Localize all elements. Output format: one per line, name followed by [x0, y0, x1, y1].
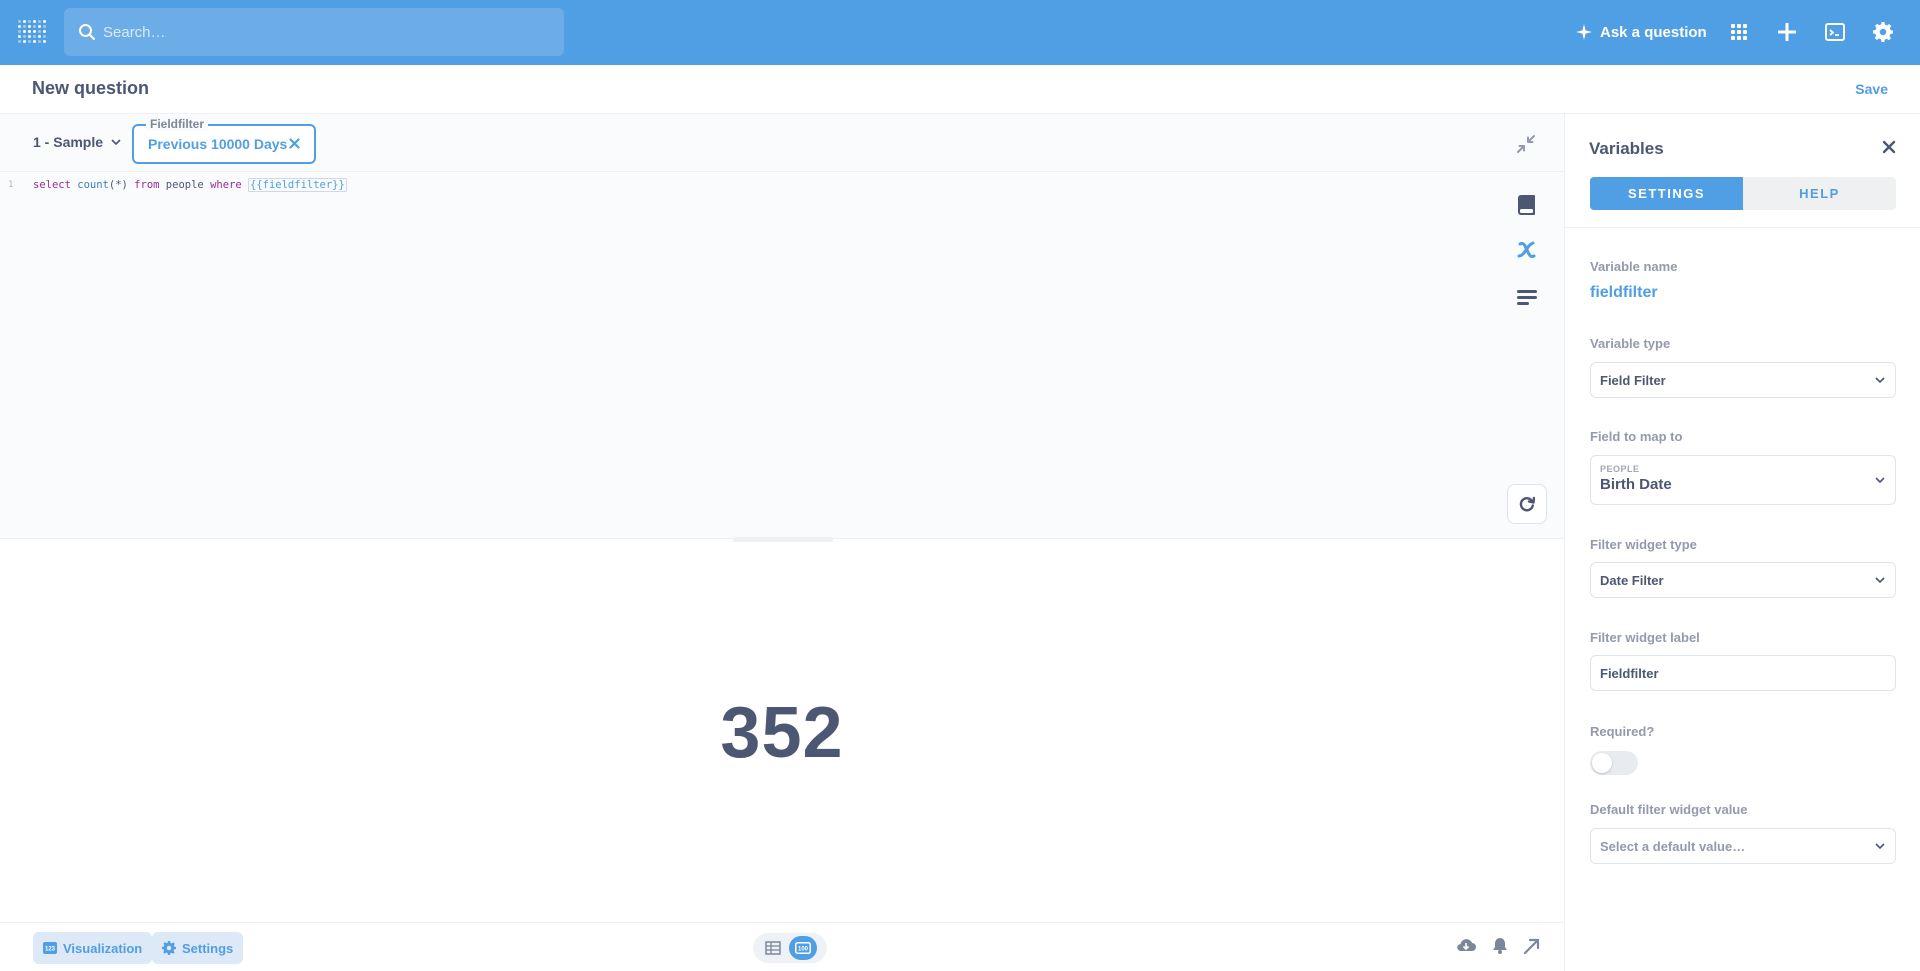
tab-settings[interactable]: SETTINGS — [1590, 177, 1743, 210]
save-button[interactable]: Save — [1855, 81, 1888, 97]
add-plus-icon[interactable] — [1775, 20, 1799, 44]
sidebar-divider — [1565, 227, 1920, 228]
scalar-result-value: 352 — [720, 693, 844, 773]
page-title[interactable]: New question — [32, 78, 149, 99]
variables-x-icon[interactable] — [1516, 239, 1538, 261]
run-query-button[interactable] — [1507, 484, 1547, 524]
default-value-placeholder: Select a default value… — [1600, 839, 1746, 854]
sql-function: count — [77, 179, 109, 191]
question-header: New question Save — [0, 65, 1920, 114]
close-icon[interactable] — [1882, 140, 1896, 154]
native-query-toolbar: 1 - Sample Fieldfilter Previous 10000 Da… — [0, 114, 1564, 172]
field-table-name: PEOPLE — [1600, 464, 1640, 474]
refresh-icon — [1519, 496, 1535, 512]
database-name: 1 - Sample — [33, 134, 104, 150]
chevron-down-icon — [111, 138, 121, 145]
required-label: Required? — [1590, 724, 1655, 739]
sql-keyword: from — [134, 179, 160, 191]
svg-text:123: 123 — [45, 947, 56, 953]
tab-help[interactable]: HELP — [1743, 177, 1896, 210]
visualization-label: Visualization — [63, 940, 143, 956]
collapse-editor-icon[interactable] — [1516, 134, 1536, 154]
visualization-view-toggle[interactable]: 100 — [789, 936, 817, 960]
sparkle-icon — [1576, 24, 1592, 40]
search-bar[interactable] — [64, 8, 564, 56]
sql-code-editor[interactable]: 1 select count(*) from people where {{fi… — [0, 172, 1564, 539]
number-chart-icon: 100 — [795, 942, 811, 954]
chevron-down-icon — [1875, 577, 1885, 584]
data-reference-book-icon[interactable] — [1516, 194, 1538, 216]
download-cloud-icon[interactable] — [1456, 937, 1476, 953]
default-value-select[interactable]: Select a default value… — [1590, 828, 1896, 864]
sql-keyword: where — [210, 179, 242, 191]
parameter-label: Fieldfilter — [146, 117, 209, 131]
widget-type-value: Date Filter — [1600, 573, 1664, 588]
share-arrow-icon[interactable] — [1523, 937, 1541, 955]
chevron-down-icon — [1875, 477, 1885, 484]
sql-template-tag: {{fieldfilter}} — [248, 178, 347, 192]
filter-widget-label-input[interactable] — [1590, 655, 1896, 691]
chevron-down-icon — [1875, 843, 1885, 850]
query-result-area: 352 — [0, 542, 1564, 922]
sql-editor-icon[interactable] — [1823, 20, 1847, 44]
field-name: Birth Date — [1600, 476, 1672, 493]
visualization-button[interactable]: 123 Visualization — [33, 932, 153, 964]
close-icon[interactable] — [289, 138, 300, 149]
search-icon — [79, 24, 95, 40]
settings-button[interactable]: Settings — [152, 932, 244, 964]
sidebar-title: Variables — [1589, 139, 1664, 158]
chevron-down-icon — [1875, 377, 1885, 384]
filter-widget-type-select[interactable]: Date Filter — [1590, 562, 1896, 598]
number-chart-icon: 123 — [43, 942, 57, 954]
widget-type-label: Filter widget type — [1590, 537, 1697, 552]
apps-grid-icon[interactable] — [1727, 20, 1751, 44]
sql-table-name: people — [165, 179, 204, 191]
sql-query-text[interactable]: select count(*) from people where {{fiel… — [33, 178, 347, 192]
field-map-label: Field to map to — [1590, 429, 1683, 444]
parameter-value: Previous 10000 Days — [148, 136, 288, 152]
toggle-knob — [1592, 753, 1612, 773]
default-value-label: Default filter widget value — [1590, 802, 1748, 817]
sql-function-args: (*) — [108, 179, 128, 191]
metabase-logo-icon[interactable] — [18, 20, 46, 46]
fieldfilter-parameter-widget[interactable]: Fieldfilter Previous 10000 Days — [132, 117, 316, 164]
table-viz-toggle: 100 — [753, 933, 827, 963]
ask-question-label: Ask a question — [1600, 23, 1707, 41]
field-mapping-select[interactable]: PEOPLE Birth Date — [1590, 455, 1896, 505]
variable-type-label: Variable type — [1590, 336, 1671, 351]
variable-name-label: Variable name — [1590, 259, 1678, 274]
settings-label: Settings — [182, 940, 234, 956]
ask-question-button[interactable]: Ask a question — [1576, 20, 1707, 44]
bell-alert-icon[interactable] — [1492, 937, 1508, 954]
database-picker[interactable]: 1 - Sample — [33, 134, 121, 150]
widget-label-label: Filter widget label — [1590, 630, 1700, 645]
variable-name-value: fieldfilter — [1590, 284, 1658, 301]
line-number: 1 — [8, 180, 14, 190]
view-footer: 123 Visualization Settings 100 — [0, 922, 1564, 971]
search-input[interactable] — [103, 8, 543, 56]
top-navigation-bar: Ask a question — [0, 0, 1920, 65]
variable-type-value: Field Filter — [1600, 373, 1666, 388]
table-view-icon[interactable] — [765, 941, 781, 955]
sql-keyword: select — [33, 179, 71, 191]
variables-sidebar: Variables SETTINGS HELP Variable name fi… — [1564, 114, 1920, 971]
variable-type-select[interactable]: Field Filter — [1590, 362, 1896, 398]
snippets-lines-icon[interactable] — [1516, 287, 1538, 309]
viz-badge-label: 100 — [798, 946, 809, 952]
required-toggle[interactable] — [1590, 751, 1638, 775]
sidebar-tabs: SETTINGS HELP — [1590, 177, 1896, 210]
gear-icon — [162, 941, 176, 955]
gear-icon[interactable] — [1871, 20, 1895, 44]
